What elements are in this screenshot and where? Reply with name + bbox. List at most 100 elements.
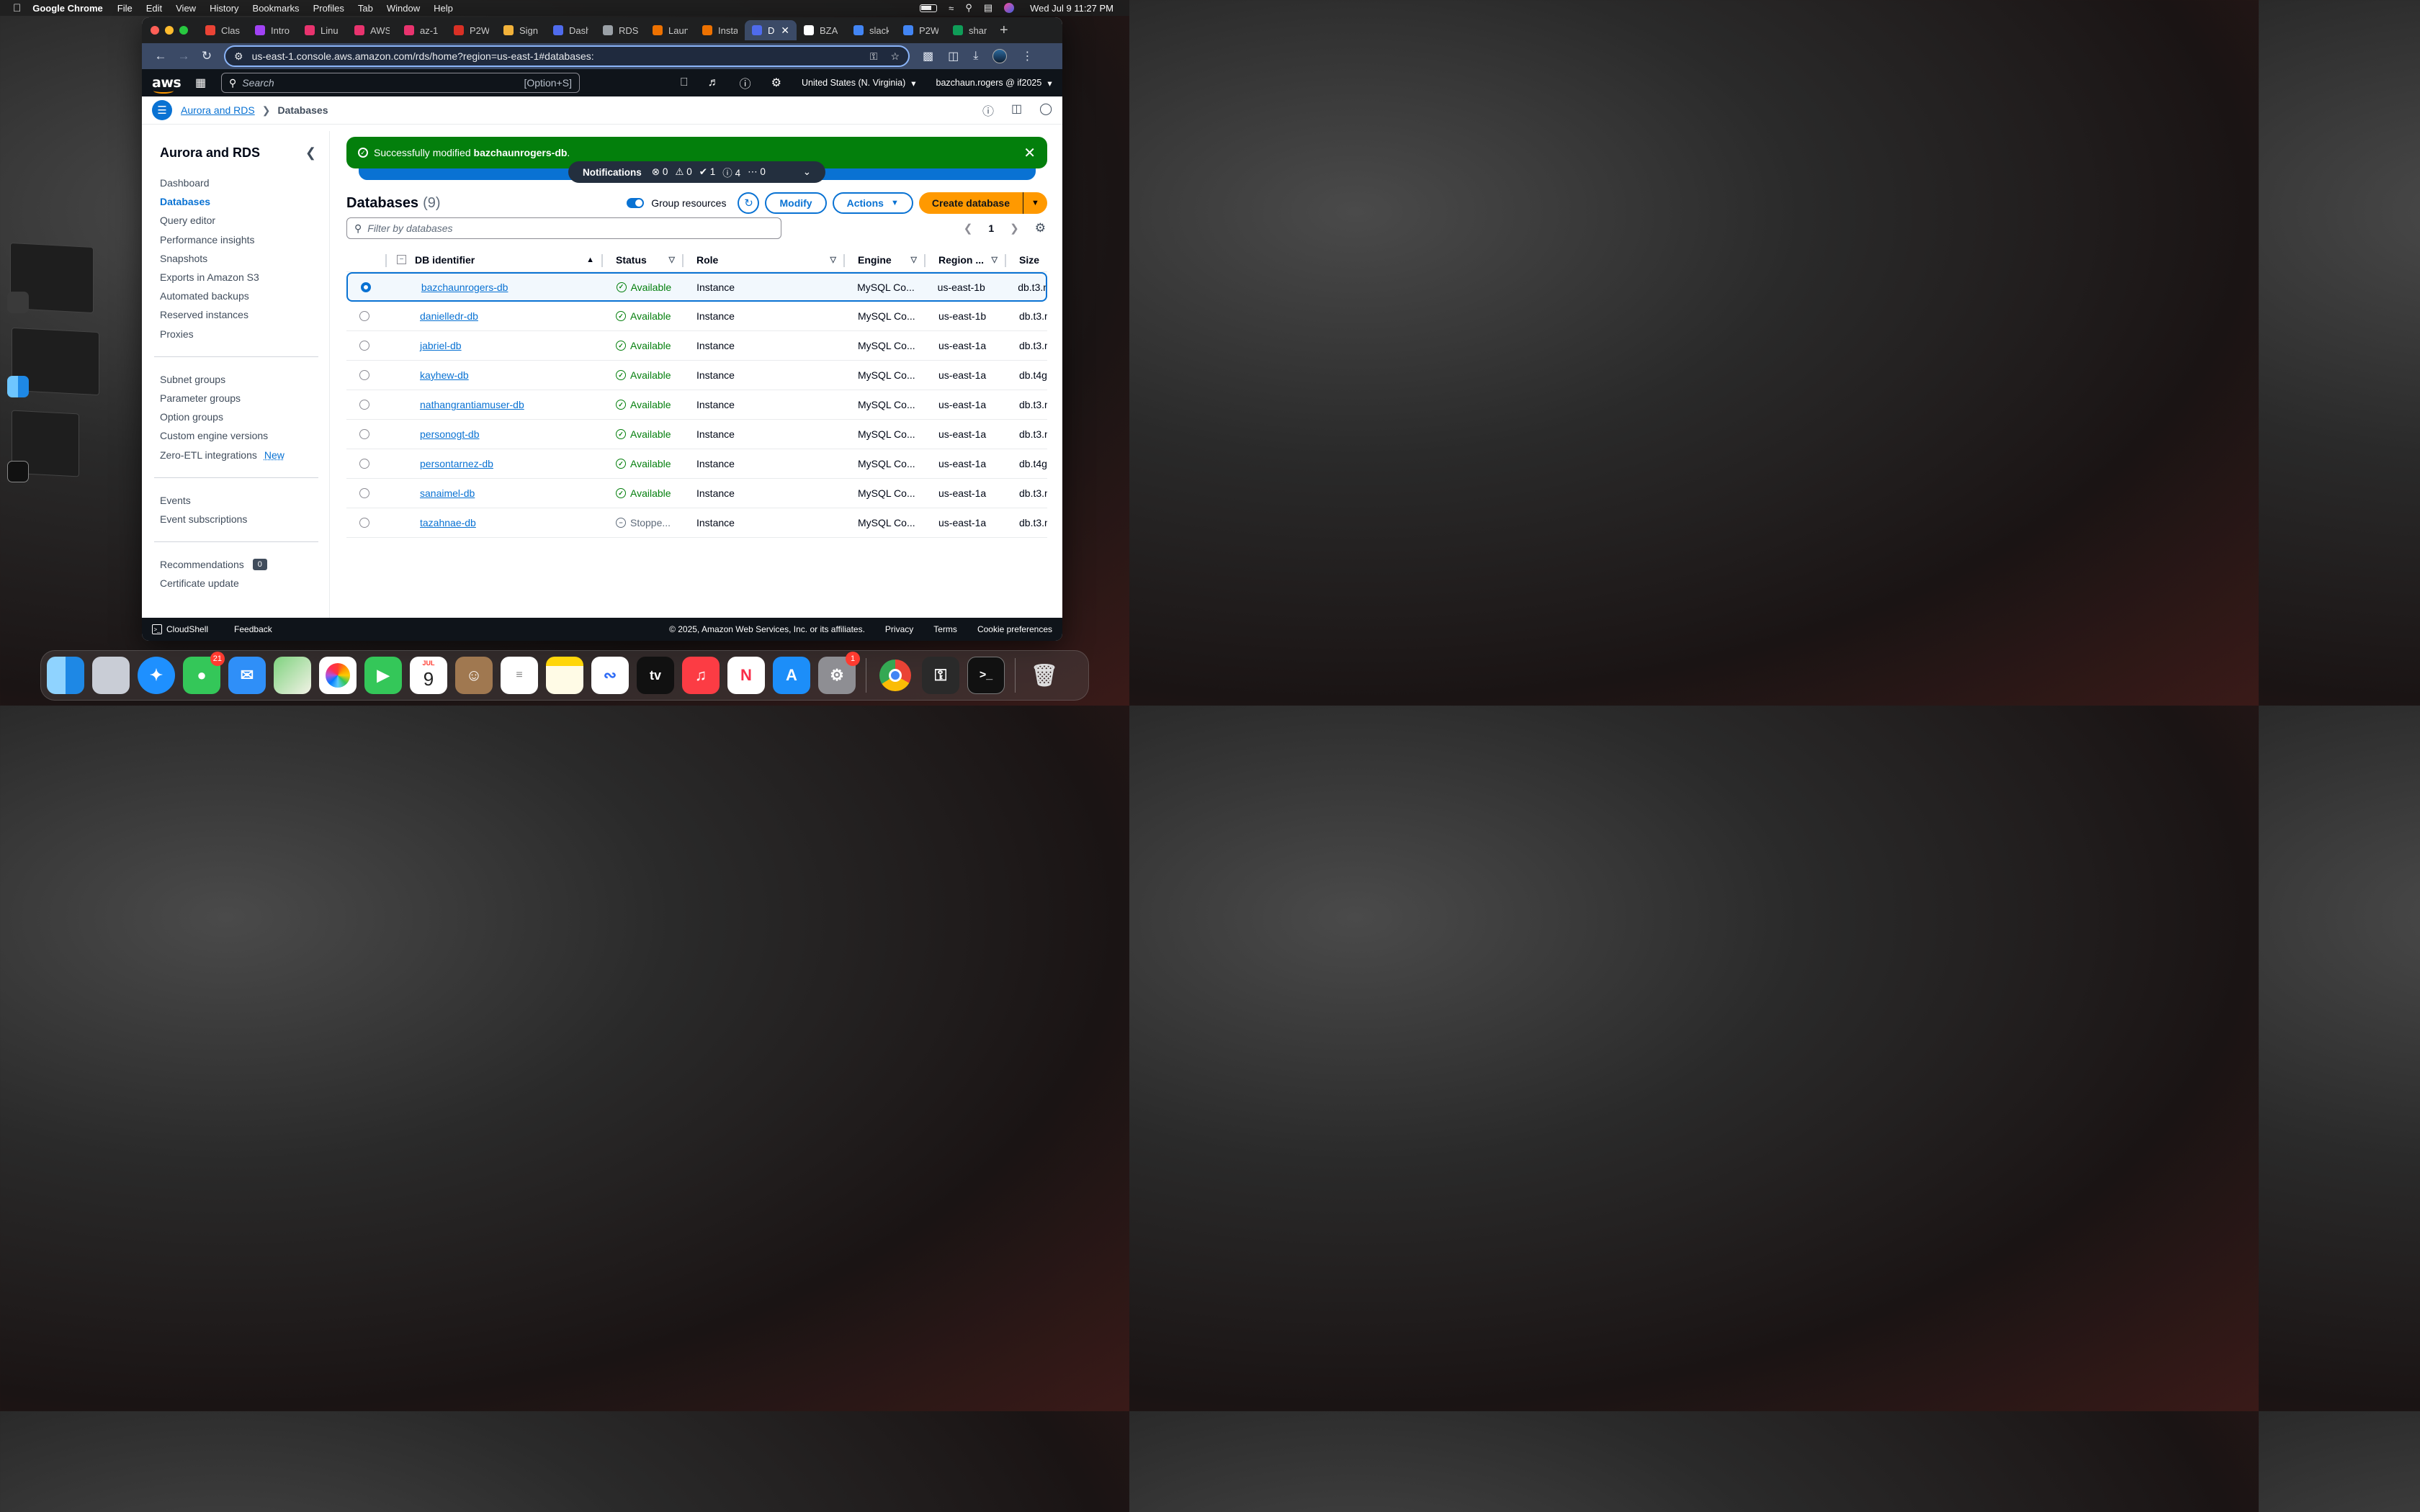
new-badge[interactable]: New <box>264 449 284 461</box>
new-tab-button[interactable]: + <box>1000 22 1008 39</box>
sidebar-item-certificate-update[interactable]: Certificate update <box>160 574 329 593</box>
sidebar-item-option-groups[interactable]: Option groups <box>160 408 329 426</box>
sidebar-item-parameter-groups[interactable]: Parameter groups <box>160 389 329 408</box>
apple-tv-icon[interactable]: tv <box>637 657 674 694</box>
column-header-region[interactable]: Region ... ▽ <box>926 248 1006 271</box>
sidebar-item-events[interactable]: Events <box>160 491 329 510</box>
column-header-engine[interactable]: Engine ▽ <box>845 248 926 271</box>
browser-tab[interactable]: slack <box>846 20 896 40</box>
column-header-role[interactable]: Role ▽ <box>684 248 845 271</box>
sidebar-item-dashboard[interactable]: Dashboard <box>160 174 329 192</box>
aws-logo[interactable]: aws <box>152 75 182 94</box>
sidebar-item-reserved-instances[interactable]: Reserved instances <box>160 305 329 324</box>
row-select-radio[interactable] <box>359 400 369 410</box>
modify-button[interactable]: Modify <box>765 192 827 214</box>
menubar-help[interactable]: Help <box>434 3 453 14</box>
app-store-icon[interactable]: A <box>773 657 810 694</box>
close-window-button[interactable] <box>151 26 159 35</box>
help-icon[interactable]: ⓘ <box>740 74 751 91</box>
menubar-window[interactable]: Window <box>387 3 420 14</box>
column-header-size[interactable]: Size <box>1006 248 1047 271</box>
spotlight-search-icon[interactable]: ⚲ <box>965 2 972 14</box>
hamburger-menu-icon[interactable]: ☰ <box>152 100 172 120</box>
wifi-icon[interactable]: ≈ <box>949 3 954 14</box>
browser-tab[interactable]: BZA <box>797 20 846 40</box>
sidebar-item-proxies[interactable]: Proxies <box>160 325 329 343</box>
menubar-clock[interactable]: Wed Jul 9 11:27 PM <box>1030 3 1113 14</box>
finder-app-icon-small[interactable] <box>7 376 29 397</box>
sidebar-item-query-editor[interactable]: Query editor <box>160 211 329 230</box>
group-resources-toggle[interactable] <box>627 198 645 208</box>
sidepanel-icon[interactable]: ◫ <box>948 49 959 63</box>
bookmark-star-icon[interactable]: ☆ <box>890 50 900 63</box>
reload-button[interactable]: ↻ <box>195 45 218 68</box>
browser-tab[interactable]: P2W <box>447 20 496 40</box>
extensions-icon[interactable]: ▩ <box>923 49 933 63</box>
contacts-icon[interactable]: ☺ <box>455 657 493 694</box>
privacy-link[interactable]: Privacy <box>885 624 913 634</box>
row-select-radio[interactable] <box>359 488 369 498</box>
next-page-icon[interactable]: ❯ <box>1010 222 1019 235</box>
chevron-down-icon[interactable]: ⌄ <box>803 166 811 178</box>
previous-page-icon[interactable]: ❮ <box>964 222 973 235</box>
password-key-icon[interactable]: ⚿ <box>870 50 878 63</box>
download-icon[interactable]: ⤓ <box>973 50 978 63</box>
safari-icon[interactable]: ✦ <box>138 657 175 694</box>
zoom-window-button[interactable] <box>179 26 188 35</box>
row-select-radio[interactable] <box>359 429 369 439</box>
table-row[interactable]: bazchaunrogers-db ✓ Available Instance MySQL… <box>346 272 1047 302</box>
browser-tab[interactable]: Sign <box>496 20 546 40</box>
chrome-icon[interactable] <box>877 657 914 694</box>
music-icon[interactable]: ♫ <box>682 657 720 694</box>
notifications-bell-icon[interactable]: ♬ <box>708 76 720 89</box>
photos-icon[interactable] <box>319 657 357 694</box>
menubar-tab[interactable]: Tab <box>358 3 373 14</box>
db-identifier-link[interactable]: personogt-db <box>420 428 480 440</box>
launchpad-icon[interactable] <box>92 657 130 694</box>
apple-menu-icon[interactable]:  <box>13 2 21 14</box>
browser-tab[interactable]: Laun <box>645 20 695 40</box>
table-row[interactable]: danielledr-db ✓ Available Instance MySQL Co.… <box>346 302 1047 331</box>
notifications-summary-bar[interactable]: Notifications ⊗ 0 ⚠ 0 ✔ 1 ⓘ 4 ⋯ 0 ⌄ <box>568 161 825 183</box>
db-identifier-link[interactable]: nathangrantiamuser-db <box>420 399 524 410</box>
trash-icon[interactable]: 🗑 <box>1026 657 1063 694</box>
sidebar-item-custom-engine-versions[interactable]: Custom engine versions <box>160 426 329 445</box>
browser-tab[interactable]: Clas <box>198 20 248 40</box>
freeform-icon[interactable]: ∾ <box>591 657 629 694</box>
browser-tab[interactable]: RDS <box>596 20 645 40</box>
browser-tab[interactable]: Dash <box>546 20 596 40</box>
notes-icon[interactable] <box>546 657 583 694</box>
minimize-window-button[interactable] <box>165 26 174 35</box>
sidebar-item-exports-in-amazon-s3[interactable]: Exports in Amazon S3 <box>160 268 329 287</box>
breadcrumb-parent-link[interactable]: Aurora and RDS <box>181 104 255 116</box>
sidebar-item-recommendations[interactable]: Recommendations 0 <box>160 555 329 574</box>
db-identifier-link[interactable]: kayhew-db <box>420 369 469 381</box>
browser-tab[interactable]: az-1 <box>397 20 447 40</box>
terminal-app-icon-small[interactable] <box>7 461 29 482</box>
account-menu[interactable]: bazchaun.rogers @ if2025 ▾ <box>936 78 1052 89</box>
site-info-icon[interactable]: ⚙ <box>234 50 243 63</box>
services-grid-icon[interactable]: ▦ <box>195 76 208 90</box>
battery-icon[interactable] <box>920 4 938 12</box>
mail-icon[interactable]: ✉ <box>228 657 266 694</box>
sidebar-item-snapshots[interactable]: Snapshots <box>160 249 329 268</box>
sidebar-item-automated-backups[interactable]: Automated backups <box>160 287 329 305</box>
terminal-icon[interactable]: >_ <box>967 657 1005 694</box>
expand-all-icon[interactable]: − <box>397 255 406 264</box>
filter-databases-input[interactable]: ⚲ Filter by databases <box>346 217 781 239</box>
actions-dropdown-button[interactable]: Actions ▼ <box>832 192 913 214</box>
menubar-edit[interactable]: Edit <box>146 3 162 14</box>
row-select-radio[interactable] <box>359 341 369 351</box>
table-row[interactable]: sanaimel-db ✓ Available Instance MySQL Co...… <box>346 479 1047 508</box>
menubar-app-name[interactable]: Google Chrome <box>32 3 103 14</box>
browser-tab[interactable]: P2W <box>896 20 946 40</box>
refresh-button[interactable]: ↻ <box>738 192 760 214</box>
siri-icon[interactable] <box>1004 3 1015 13</box>
table-row[interactable]: nathangrantiamuser-db ✓ Available Instance M… <box>346 390 1047 420</box>
sidebar-item-subnet-groups[interactable]: Subnet groups <box>160 370 329 389</box>
chrome-menu-icon[interactable]: ⋮ <box>1021 49 1033 63</box>
back-button[interactable]: ← <box>149 45 172 68</box>
browser-tab[interactable]: AWS <box>347 20 397 40</box>
collapse-sidebar-icon[interactable]: ❮ <box>305 145 316 161</box>
create-database-caret-icon[interactable]: ▼ <box>1023 192 1047 214</box>
